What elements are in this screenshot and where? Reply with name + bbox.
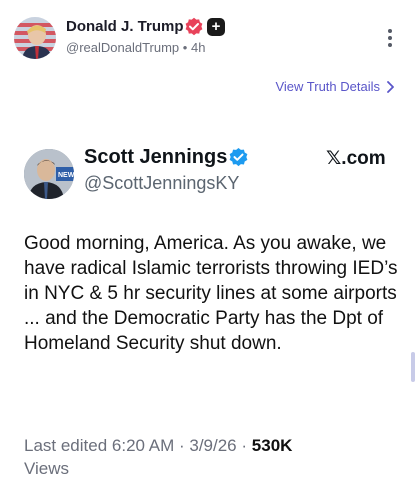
view-truth-details-label: View Truth Details xyxy=(275,79,380,94)
x-com-source-link[interactable]: 𝕏.com xyxy=(326,147,386,170)
last-edited-label[interactable]: Last edited 6:20 AM · 3/9/26 xyxy=(24,436,237,455)
author-avatar[interactable] xyxy=(14,17,56,59)
view-truth-details-link[interactable]: View Truth Details xyxy=(275,79,395,94)
embedded-post-text: Good morning, America. As you awake, we … xyxy=(24,233,398,354)
post-time[interactable]: 4h xyxy=(191,40,205,55)
views-label: Views xyxy=(24,459,70,478)
post-meta: Last edited 6:20 AM · 3/9/26 · 530K View… xyxy=(24,434,394,480)
embedded-author-avatar[interactable]: NEW xyxy=(24,149,74,199)
author-name[interactable]: Donald J. Trump xyxy=(66,18,184,35)
scrollbar-thumb[interactable] xyxy=(411,352,415,382)
svg-text:NEW: NEW xyxy=(58,172,74,179)
blue-verified-icon xyxy=(229,147,248,167)
plus-badge-icon: + xyxy=(207,18,225,36)
embedded-author-handle[interactable]: @ScottJenningsKY xyxy=(84,173,239,194)
embedded-author-name[interactable]: Scott Jennings xyxy=(84,146,227,169)
views-count: 530K xyxy=(251,436,293,455)
chevron-right-icon xyxy=(387,80,394,93)
author-handle-line: @realDonaldTrump • 4h xyxy=(66,40,205,55)
verified-badge-icon xyxy=(185,17,203,36)
author-handle[interactable]: @realDonaldTrump xyxy=(66,40,179,55)
truth-post: Donald J. Trump + @realDonaldTrump • 4h … xyxy=(0,0,417,500)
separator-dot: • xyxy=(182,40,188,55)
more-vertical-icon[interactable] xyxy=(383,29,397,51)
meta-separator: · xyxy=(241,436,248,455)
